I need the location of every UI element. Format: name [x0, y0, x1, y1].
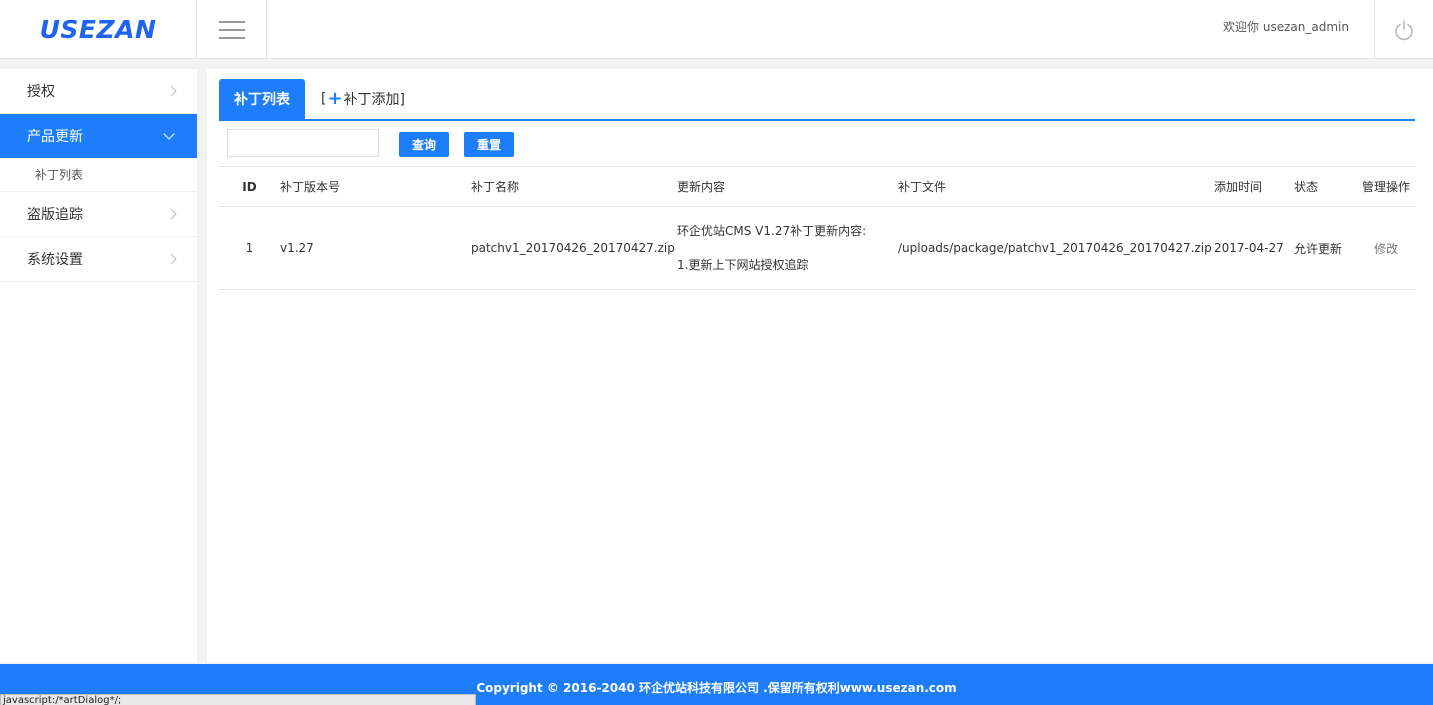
- sidebar: 授权 产品更新 补丁列表 盗版追踪 系统设置: [0, 69, 197, 662]
- logout-button[interactable]: [1374, 0, 1433, 59]
- welcome-text: 欢迎你 usezan_admin: [1223, 18, 1349, 35]
- power-icon: [1395, 19, 1413, 40]
- column-header-id: ID: [242, 179, 257, 194]
- column-header-version: 补丁版本号: [280, 180, 341, 194]
- sidebar-item-system-settings[interactable]: 系统设置: [0, 237, 197, 282]
- tab-add-bracket: [: [321, 91, 327, 107]
- search-input[interactable]: [227, 129, 379, 157]
- cell-date: 2017-04-27: [1214, 241, 1284, 255]
- chevron-down-icon: [163, 128, 175, 140]
- sidebar-item-license[interactable]: 授权: [0, 69, 197, 114]
- tab-patch-list[interactable]: 补丁列表: [219, 79, 305, 119]
- sidebar-item-label: 盗版追踪: [27, 207, 83, 223]
- cell-status: 允许更新: [1294, 241, 1343, 256]
- menu-toggle-button[interactable]: [197, 0, 267, 59]
- cell-content: 环企优站CMS V1.27补丁更新内容: 1.更新上下网站授权追踪: [677, 207, 898, 290]
- cell-id: 1: [245, 241, 254, 255]
- column-header-date: 添加时间: [1214, 180, 1263, 194]
- sidebar-item-product-update[interactable]: 产品更新: [0, 114, 197, 158]
- logo[interactable]: USEZAN: [0, 0, 197, 59]
- tab-bar: 补丁列表 [ + 补丁添加]: [219, 79, 1415, 121]
- column-header-file: 补丁文件: [898, 180, 947, 194]
- content-line: 环企优站CMS V1.27补丁更新内容:: [677, 224, 867, 238]
- sidebar-item-label: 产品更新: [27, 129, 83, 145]
- table-row: 1 v1.27 patchv1_20170426_20170427.zip 环企…: [219, 207, 1415, 290]
- patch-table: ID 补丁版本号 补丁名称 更新内容 补丁文件 添加时间 状态 管理操作 1 v…: [219, 166, 1415, 290]
- column-header-name: 补丁名称: [471, 180, 520, 194]
- plus-icon: +: [327, 88, 343, 109]
- main-panel: 补丁列表 [ + 补丁添加] 查询 重置 ID 补丁版本号 补丁名称 更新内容 …: [207, 69, 1433, 662]
- column-header-actions: 管理操作: [1361, 180, 1410, 194]
- sidebar-subitem-patch-list[interactable]: 补丁列表: [0, 158, 197, 192]
- cell-name: patchv1_20170426_20170427.zip: [471, 241, 675, 255]
- sidebar-item-label: 授权: [27, 84, 55, 100]
- sidebar-subitem-label: 补丁列表: [35, 168, 84, 182]
- edit-link[interactable]: 修改: [1357, 207, 1415, 290]
- cell-version: v1.27: [280, 241, 314, 255]
- chevron-right-icon: [165, 85, 177, 97]
- top-header: USEZAN 欢迎你 usezan_admin: [0, 0, 1433, 59]
- chevron-right-icon: [165, 208, 177, 220]
- chevron-right-icon: [165, 253, 177, 265]
- reset-button[interactable]: 重置: [464, 132, 514, 157]
- search-button[interactable]: 查询: [399, 132, 449, 157]
- username: usezan_admin: [1262, 20, 1349, 34]
- welcome-prefix: 欢迎你: [1223, 20, 1260, 34]
- hamburger-icon: [218, 20, 245, 39]
- sidebar-item-label: 系统设置: [27, 252, 83, 268]
- sidebar-item-piracy-tracking[interactable]: 盗版追踪: [0, 192, 197, 237]
- browser-status-bar: javascript:/*artDialog*/;: [0, 694, 476, 705]
- copyright-text: Copyright © 2016-2040 环企优站科技有限公司 .保留所有权利…: [476, 681, 957, 695]
- cell-file: /uploads/package/patchv1_20170426_201704…: [898, 241, 1212, 255]
- logo-text: USEZAN: [39, 15, 157, 44]
- tab-patch-add[interactable]: [ + 补丁添加]: [321, 79, 405, 119]
- table-header-row: ID 补丁版本号 补丁名称 更新内容 补丁文件 添加时间 状态 管理操作: [219, 166, 1415, 207]
- column-header-status: 状态: [1294, 180, 1319, 194]
- tab-add-label: 补丁添加]: [343, 92, 406, 108]
- column-header-content: 更新内容: [677, 180, 726, 194]
- content-line: 1.更新上下网站授权追踪: [677, 258, 809, 272]
